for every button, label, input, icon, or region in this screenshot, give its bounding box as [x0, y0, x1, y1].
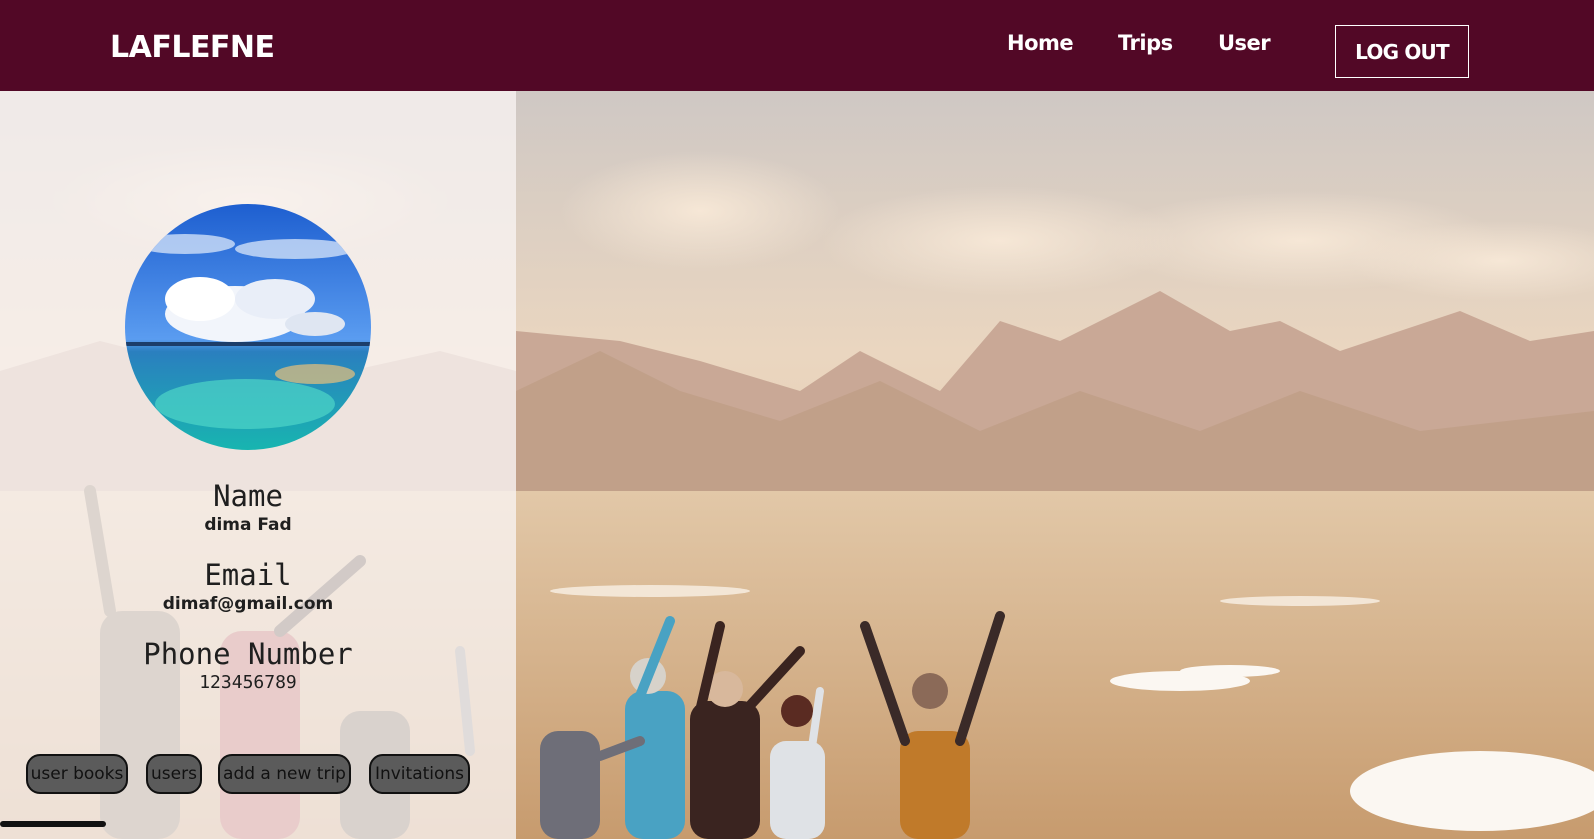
phone-section: Phone Number 123456789	[0, 636, 496, 694]
email-section: Email dimaf@gmail.com	[0, 557, 496, 615]
avatar	[125, 204, 371, 450]
email-value: dimaf@gmail.com	[162, 594, 334, 614]
action-buttons: user books users add a new trip Invitati…	[0, 754, 516, 796]
scrollbar-thumb[interactable]	[0, 821, 106, 827]
nav-link-home[interactable]: Home	[1007, 30, 1074, 56]
name-value: dima Fad	[204, 515, 292, 535]
invitations-button[interactable]: Invitations	[369, 754, 470, 794]
email-label: Email	[204, 558, 292, 592]
name-label: Name	[213, 479, 283, 513]
users-button[interactable]: users	[146, 754, 202, 794]
phone-label: Phone Number	[143, 637, 353, 671]
nav-link-user[interactable]: User	[1218, 30, 1271, 56]
phone-value: 123456789	[199, 672, 297, 693]
logout-button[interactable]: LOG OUT	[1335, 25, 1469, 78]
name-section: Name dima Fad	[0, 478, 496, 536]
nav-link-trips[interactable]: Trips	[1118, 30, 1173, 56]
user-profile-page: LAFLEFNE Home Trips User LOG OUT Name di…	[0, 0, 1594, 839]
profile-panel: Name dima Fad Email dimaf@gmail.com Phon…	[0, 91, 516, 839]
user-books-button[interactable]: user books	[26, 754, 128, 794]
add-new-trip-button[interactable]: add a new trip	[218, 754, 351, 794]
top-navbar: LAFLEFNE Home Trips User LOG OUT	[0, 0, 1594, 91]
